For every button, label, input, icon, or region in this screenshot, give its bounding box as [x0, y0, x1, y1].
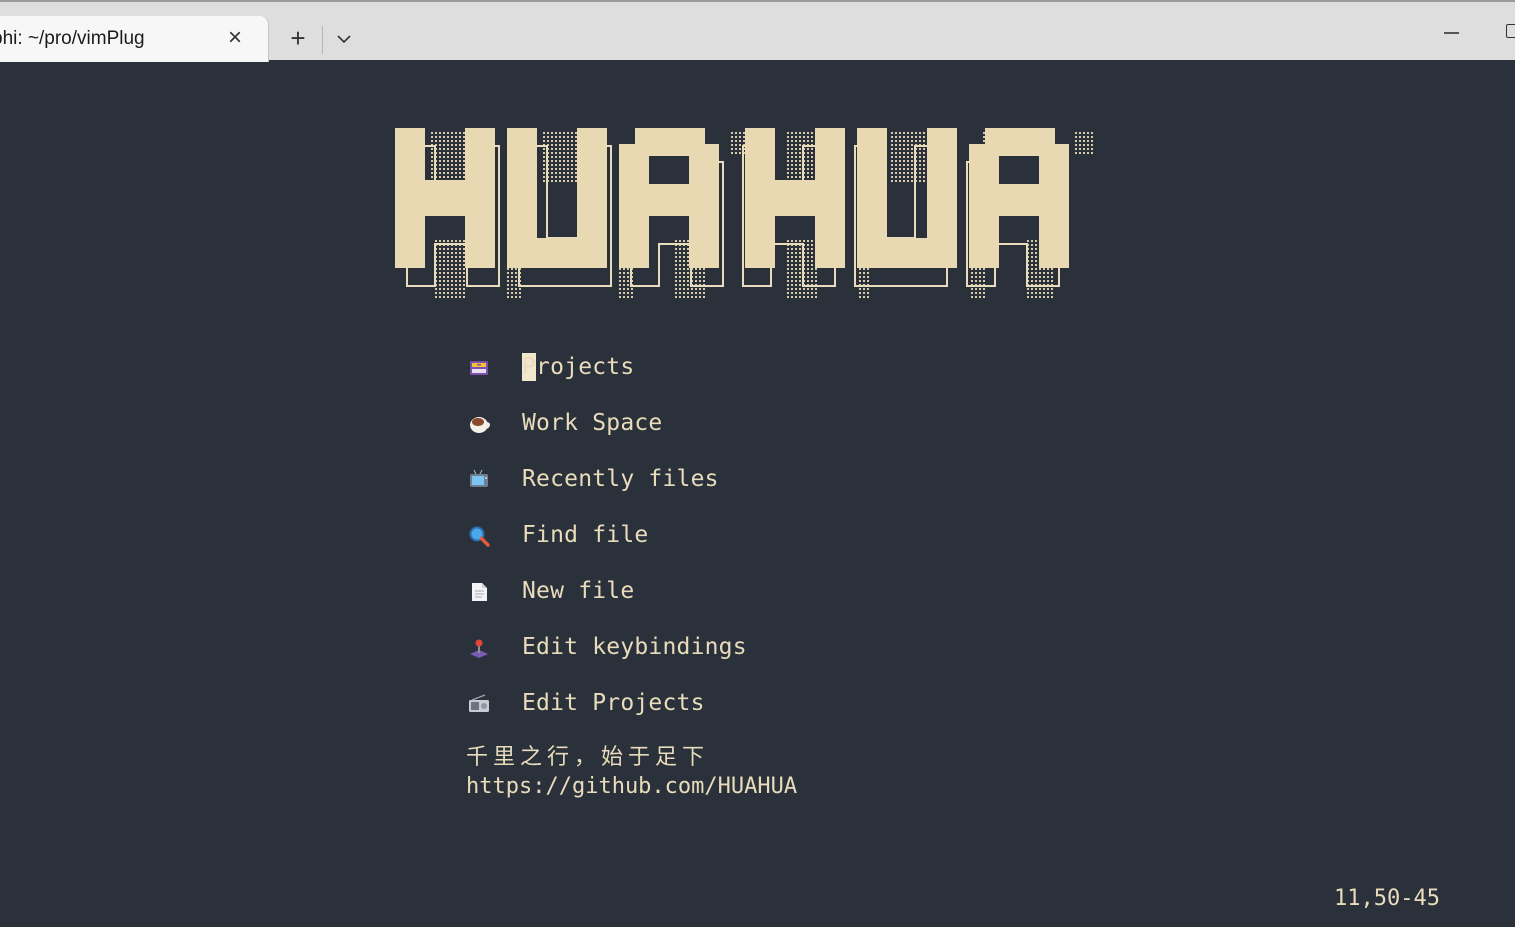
footer-url: https://github.com/HUAHUA [466, 774, 798, 799]
footer-quote: 千里之行，始于足下 [466, 745, 710, 770]
tabbar-divider [322, 26, 323, 54]
menu-item-label: Recently files [522, 466, 719, 492]
menu-item-label: New file [522, 578, 635, 604]
cursor-position-ruler: 11,50-45 [1334, 886, 1440, 911]
menu-item-label: Edit Projects [522, 690, 705, 716]
tab-title: phi: ~/pro/vimPlug [0, 28, 145, 49]
menu-item-label: Projects [522, 354, 635, 380]
window-titlebar: phi: ~/pro/vimPlug × + [0, 0, 1515, 62]
joystick-icon [466, 635, 492, 661]
minimize-icon[interactable] [1436, 20, 1466, 46]
television-icon [466, 467, 492, 493]
radio-icon [466, 691, 492, 717]
huahua-ascii-banner [395, 128, 1095, 304]
menu-item-label: Work Space [522, 410, 663, 436]
coffee-icon [466, 411, 492, 437]
new-tab-button[interactable]: + [282, 24, 314, 54]
maximize-icon[interactable] [1506, 24, 1515, 38]
document-icon [466, 579, 492, 605]
terminal-tab[interactable]: phi: ~/pro/vimPlug × [0, 16, 268, 62]
file-cabinet-icon [466, 355, 492, 381]
menu-item-label: Find file [522, 522, 649, 548]
close-icon[interactable]: × [222, 24, 248, 52]
magnifier-icon [466, 523, 492, 549]
chevron-down-icon[interactable] [332, 26, 356, 52]
menu-item-label: Edit keybindings [522, 634, 747, 660]
